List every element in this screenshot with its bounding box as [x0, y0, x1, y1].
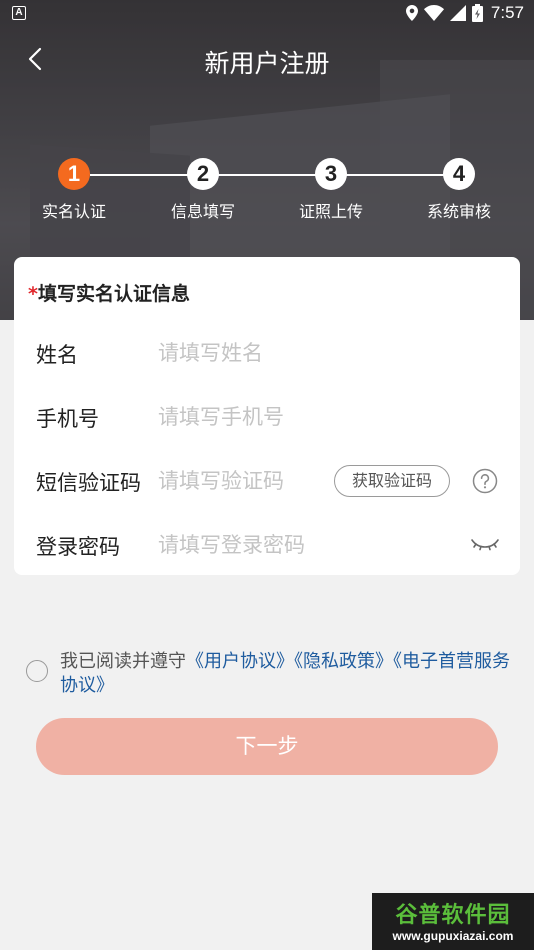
- name-row: 姓名: [36, 333, 506, 373]
- sms-code-input[interactable]: [158, 463, 328, 499]
- phone-label: 手机号: [36, 407, 99, 431]
- signal-icon: [449, 5, 466, 21]
- watermark-title: 谷普软件园: [395, 903, 511, 928]
- wifi-icon: [423, 5, 444, 21]
- privacy-policy-link[interactable]: 《隐私政策》: [294, 651, 393, 672]
- step-number: 3: [315, 158, 347, 190]
- step-number: 4: [443, 158, 475, 190]
- agreement-prefix: 我已阅读并遵守: [60, 651, 186, 672]
- watermark-url: www.gupuxiazai.com: [392, 929, 514, 943]
- location-icon: [405, 5, 418, 21]
- status-bar: A 7:57: [0, 0, 534, 28]
- help-icon[interactable]: [472, 468, 498, 494]
- clock: 7:57: [490, 3, 524, 22]
- watermark: 谷普软件园 www.gupuxiazai.com: [372, 893, 534, 950]
- name-label: 姓名: [36, 343, 78, 367]
- progress-steps: 1 实名认证 2 信息填写 3 证照上传 4 系统审核: [0, 158, 534, 228]
- status-icons: 7:57: [405, 3, 524, 23]
- agreement-text: 我已阅读并遵守《用户协议》《隐私政策》《电子首营服务协议》: [60, 650, 516, 698]
- required-mark: *: [28, 283, 38, 305]
- eye-closed-icon[interactable]: [470, 537, 500, 553]
- phone-row: 手机号: [36, 397, 506, 437]
- sms-code-row: 短信验证码 获取验证码: [36, 461, 506, 501]
- step-label: 证照上传: [298, 202, 363, 221]
- navigation-bar: 新用户注册: [0, 36, 534, 84]
- form-title-text: 填写实名认证信息: [37, 283, 190, 305]
- notification-badge: A: [12, 6, 26, 20]
- name-input[interactable]: [158, 335, 358, 371]
- battery-icon: [471, 4, 483, 22]
- form-title: *填写实名认证信息: [28, 279, 190, 306]
- user-agreement-link[interactable]: 《用户协议》: [186, 651, 294, 672]
- step-label: 信息填写: [170, 202, 235, 221]
- password-label: 登录密码: [36, 535, 120, 559]
- step-label: 系统审核: [426, 202, 491, 221]
- step-number: 2: [187, 158, 219, 190]
- registration-form-card: *填写实名认证信息 姓名 手机号 短信验证码 获取验证码 登录密码: [14, 257, 520, 575]
- next-step-button[interactable]: 下一步: [36, 718, 498, 775]
- step-license-upload: 3 证照上传: [271, 158, 391, 222]
- password-input[interactable]: [158, 527, 448, 563]
- password-row: 登录密码: [36, 525, 506, 565]
- step-number: 1: [58, 158, 90, 190]
- phone-input[interactable]: [158, 399, 358, 435]
- get-code-button[interactable]: 获取验证码: [334, 465, 450, 497]
- page-title: 新用户注册: [204, 49, 330, 78]
- step-real-name: 1 实名认证: [14, 158, 134, 222]
- step-label: 实名认证: [41, 202, 106, 221]
- step-review: 4 系统审核: [399, 158, 519, 222]
- step-info: 2 信息填写: [143, 158, 263, 222]
- agreement-checkbox[interactable]: [26, 660, 48, 682]
- sms-code-label: 短信验证码: [36, 471, 141, 495]
